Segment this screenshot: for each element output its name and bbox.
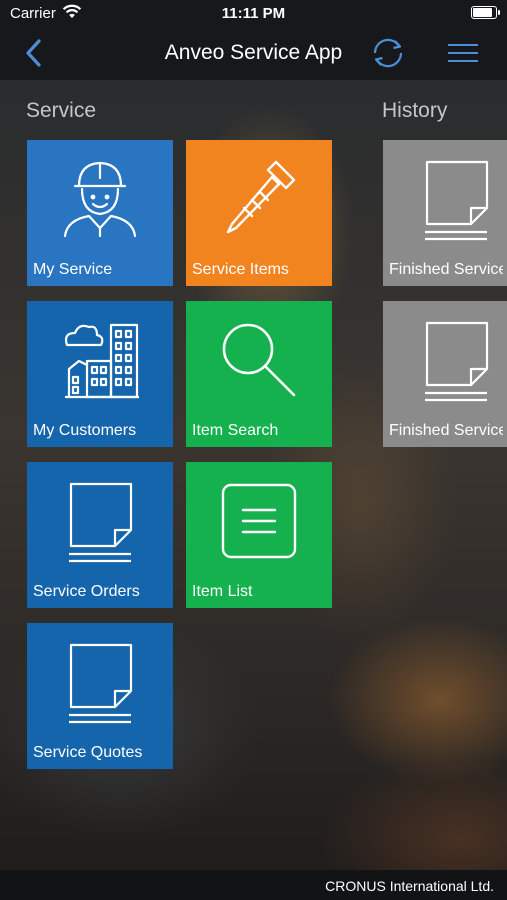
tile-label: Service Orders	[33, 583, 140, 600]
tile-label: Service Items	[192, 261, 289, 278]
tile-finished-service-orders[interactable]: Finished Service Orders	[383, 140, 507, 286]
tile-service-quotes[interactable]: Service Quotes	[27, 623, 173, 769]
magnifier-icon	[222, 323, 296, 397]
status-time: 11:11 PM	[221, 5, 286, 22]
company-name: CRONUS International Ltd.	[325, 878, 494, 894]
buildings-icon	[64, 323, 139, 399]
navigation-bar: Anveo Service App	[0, 26, 507, 80]
tile-my-service[interactable]: My Service	[27, 140, 173, 286]
battery-icon	[471, 6, 500, 19]
tile-my-customers[interactable]: My Customers	[27, 301, 173, 447]
sync-icon[interactable]	[369, 36, 407, 70]
section-title-service: Service	[26, 99, 97, 122]
tile-service-items[interactable]: Service Items	[186, 140, 332, 286]
tile-label: Finished Service Quotes	[389, 422, 503, 439]
tile-label: Item Search	[192, 422, 279, 439]
screw-icon	[226, 160, 296, 234]
hamburger-menu-icon[interactable]	[446, 40, 480, 66]
tile-label: Item List	[192, 583, 253, 600]
worker-icon	[63, 161, 137, 238]
tile-label: Finished Service Orders	[389, 261, 503, 278]
tile-item-search[interactable]: Item Search	[186, 301, 332, 447]
tile-label: My Customers	[33, 422, 137, 439]
document-icon	[425, 321, 489, 402]
tile-service-orders[interactable]: Service Orders	[27, 462, 173, 608]
page-title: Anveo Service App	[164, 41, 343, 64]
document-icon	[425, 160, 489, 241]
footer-bar: CRONUS International Ltd.	[0, 870, 507, 900]
status-bar: Carrier 11:11 PM	[0, 0, 507, 26]
document-icon	[69, 482, 133, 563]
tile-item-list[interactable]: Item List	[186, 462, 332, 608]
section-title-history: History	[382, 99, 448, 122]
document-icon	[69, 643, 133, 724]
battery-level	[473, 8, 492, 17]
tile-label: Service Quotes	[33, 744, 143, 761]
list-icon	[221, 483, 297, 559]
tile-label: My Service	[33, 261, 113, 278]
tile-finished-service-quotes[interactable]: Finished Service Quotes	[383, 301, 507, 447]
